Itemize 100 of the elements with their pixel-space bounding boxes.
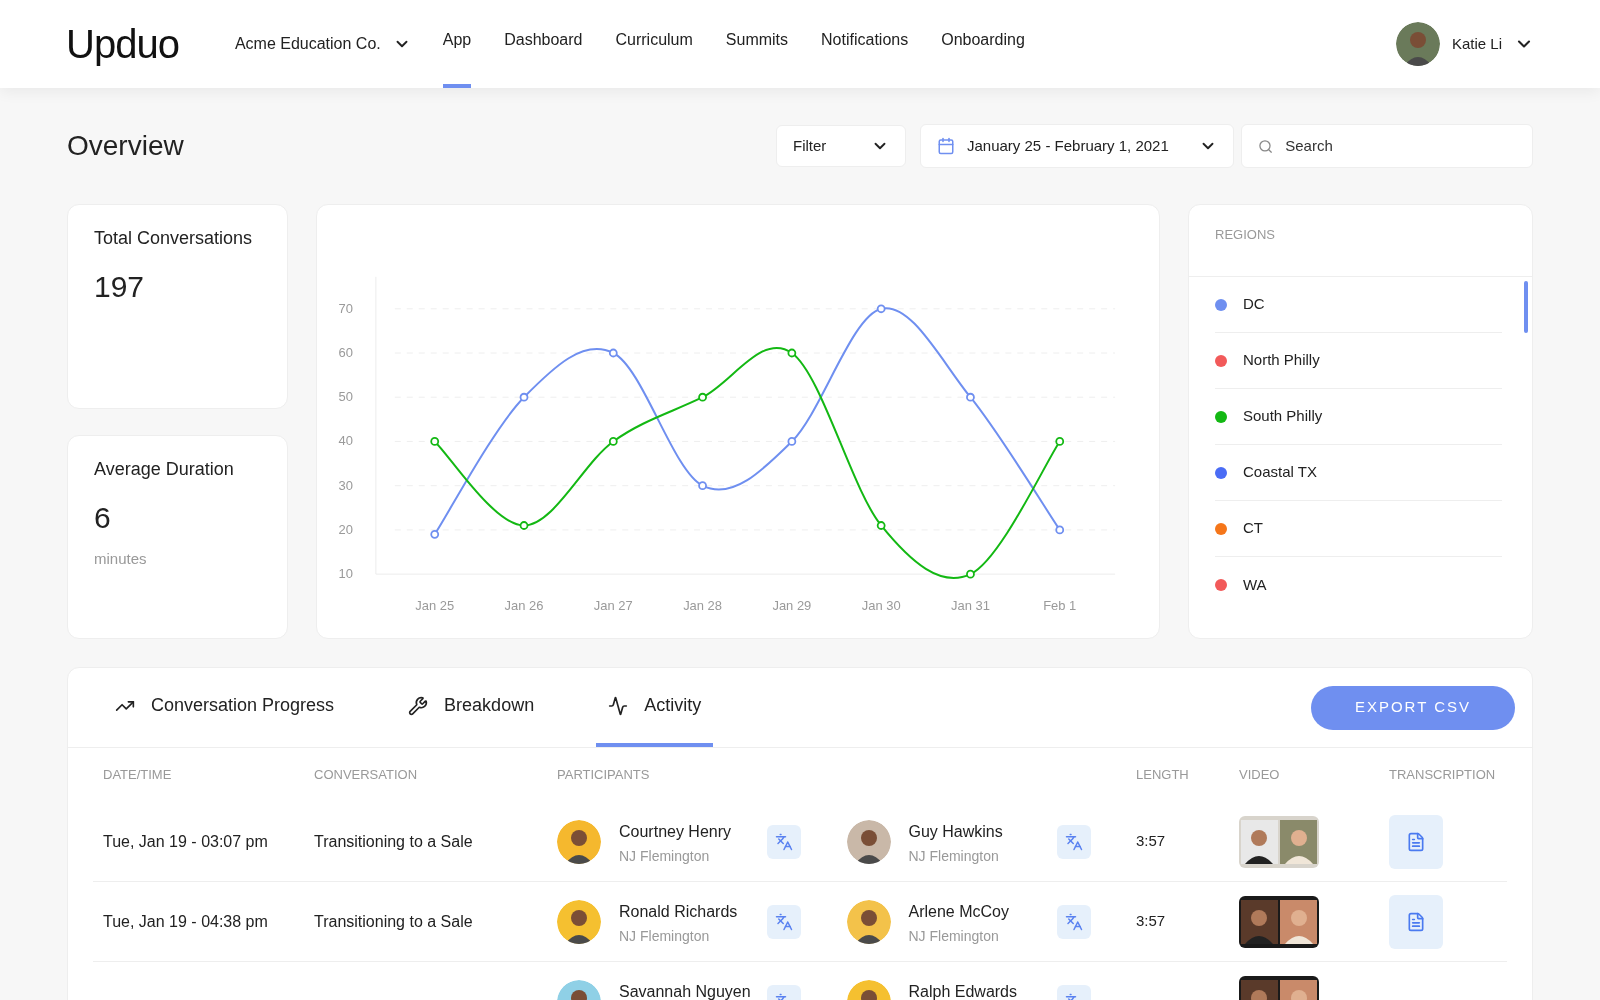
translate-icon — [1064, 912, 1083, 931]
y-tick-label: 50 — [338, 389, 353, 405]
region-item[interactable]: WA — [1215, 557, 1502, 613]
y-tick-label: 70 — [338, 300, 353, 316]
data-point — [519, 521, 529, 530]
stat-value: 6 — [94, 500, 112, 536]
participant-location: NJ Flemington — [619, 846, 711, 866]
translate-button[interactable] — [1056, 824, 1091, 859]
data-point — [519, 392, 529, 402]
data-point — [430, 529, 440, 539]
participant-location: NJ Flemington — [908, 926, 1000, 946]
participant-avatar — [846, 899, 891, 944]
region-name: South Philly — [1243, 406, 1323, 427]
participant-avatar — [557, 899, 601, 944]
translate-button[interactable] — [767, 904, 801, 939]
participant-name: Ronald Richards — [619, 901, 739, 922]
data-point — [876, 304, 886, 314]
region-name: WA — [1243, 574, 1267, 595]
data-point — [966, 392, 975, 402]
search-field[interactable]: Search — [1241, 124, 1533, 168]
participant-location: NJ Flemington — [908, 846, 1000, 866]
transcription-button[interactable] — [1389, 814, 1443, 869]
date-time: Tue, Jan 19 - 03:07 pm — [102, 831, 269, 852]
stat-unit: minutes — [94, 549, 148, 569]
region-name: CT — [1243, 518, 1263, 539]
column-header: LENGTH — [1136, 766, 1190, 785]
tab[interactable]: Breakdown — [396, 668, 547, 747]
nav-tab[interactable]: Onboarding — [941, 0, 1025, 88]
x-tick-label: Jan 27 — [593, 598, 633, 614]
filter-dropdown[interactable]: Filter — [776, 125, 906, 167]
nav-tab[interactable]: Summits — [725, 0, 789, 88]
column-header: CONVERSATION — [313, 766, 419, 785]
logo: Upduo — [66, 24, 179, 64]
region-name: DC — [1243, 294, 1265, 315]
y-tick-label: 60 — [338, 345, 353, 360]
data-point — [608, 348, 618, 358]
nav-tab[interactable]: Notifications — [821, 0, 909, 88]
page-title: Overview — [67, 129, 184, 163]
region-item[interactable]: South Philly — [1215, 389, 1502, 445]
calendar-icon — [937, 137, 955, 155]
participant-name: Courtney Henry — [619, 821, 733, 842]
data-point — [698, 481, 707, 491]
x-tick-label: Jan 28 — [683, 598, 723, 614]
wrench-icon — [408, 695, 429, 716]
column-header: VIDEO — [1239, 766, 1281, 785]
pulse-icon — [608, 695, 629, 716]
nav-tab[interactable]: App — [442, 0, 472, 88]
y-tick-label: 20 — [338, 521, 353, 537]
transcription-button[interactable] — [1389, 894, 1443, 949]
data-point — [698, 392, 707, 402]
translate-icon — [775, 912, 793, 931]
scrollbar-thumb[interactable] — [1524, 281, 1528, 333]
y-tick-label: 10 — [338, 566, 353, 582]
conversation-name: Transitioning to a Sale — [313, 911, 474, 932]
nav-tab[interactable]: Dashboard — [504, 0, 583, 88]
user-menu[interactable]: Katie Li — [1451, 32, 1534, 56]
date-range-picker[interactable]: January 25 - February 1, 2021 — [920, 124, 1234, 168]
document-icon — [1406, 831, 1426, 852]
column-header: TRANSCRIPTION — [1389, 766, 1496, 785]
participant-avatar — [846, 819, 891, 864]
x-tick-label: Jan 31 — [951, 598, 990, 614]
region-item[interactable]: Coastal TX — [1215, 445, 1502, 501]
tab[interactable]: Conversation Progress — [103, 668, 347, 747]
stat-label: Total Conversations — [94, 227, 254, 250]
participant-avatar — [557, 819, 601, 864]
region-item[interactable]: DC — [1215, 277, 1502, 333]
tab[interactable]: Activity — [596, 668, 714, 747]
translate-icon — [775, 832, 793, 851]
user-avatar — [1395, 22, 1440, 66]
x-tick-label: Jan 25 — [415, 598, 455, 614]
nav-tab[interactable]: Curriculum — [615, 0, 693, 88]
x-tick-label: Jan 26 — [504, 598, 544, 614]
participant-name: Guy Hawkins — [908, 821, 1004, 842]
stat-label: Average Duration — [94, 458, 235, 481]
data-point — [430, 437, 440, 446]
region-name: North Philly — [1243, 350, 1320, 371]
data-point — [787, 348, 797, 358]
data-point — [876, 521, 886, 530]
participant-name: Savannah Nguyen — [619, 981, 752, 1000]
translate-button[interactable] — [1056, 904, 1091, 939]
region-item[interactable]: North Philly — [1215, 333, 1502, 389]
document-icon — [1406, 911, 1426, 932]
column-header: PARTICIPANTS — [557, 766, 651, 785]
y-tick-label: 40 — [338, 433, 353, 449]
conversation-name: Transitioning to a Sale — [313, 831, 474, 852]
region-name: Coastal TX — [1243, 462, 1317, 483]
participant-name: Ralph Edwards — [908, 981, 1018, 1000]
x-tick-label: Jan 30 — [861, 598, 901, 614]
search-input[interactable]: Search — [1285, 134, 1516, 158]
x-tick-label: Feb 1 — [1043, 598, 1077, 614]
search-icon — [1258, 137, 1274, 155]
date-time: Tue, Jan 19 - 04:38 pm — [102, 911, 269, 932]
data-point — [1055, 525, 1065, 535]
participant-location: NJ Flemington — [619, 926, 711, 946]
translate-button[interactable] — [767, 824, 801, 859]
data-point — [1055, 437, 1065, 446]
region-item[interactable]: CT — [1215, 501, 1502, 557]
column-header: DATE/TIME — [102, 766, 173, 785]
length: 3:57 — [1136, 911, 1167, 932]
organization-dropdown[interactable]: Acme Education Co. — [234, 0, 411, 88]
